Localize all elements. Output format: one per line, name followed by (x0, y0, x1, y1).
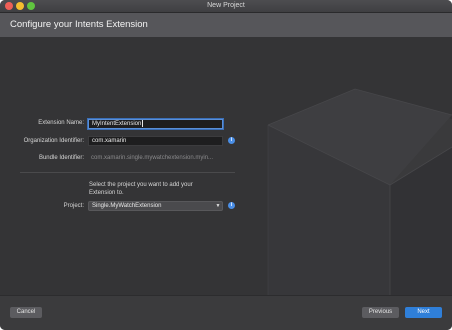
footer-bar: Cancel Previous Next (0, 295, 452, 330)
window-title: New Project (207, 2, 245, 9)
page-title: Configure your Intents Extension (10, 19, 148, 30)
info-icon[interactable]: i (228, 137, 235, 144)
content-area: Extension Name: MyIntentExtension Organi… (0, 37, 452, 295)
title-bar: New Project (0, 0, 452, 13)
project-prompt: Select the project you want to add your … (89, 182, 193, 196)
header-bar: Configure your Intents Extension (0, 13, 452, 37)
project-label: Project: (63, 203, 84, 209)
organization-identifier-input[interactable]: com.xamarin (88, 136, 223, 146)
extension-name-value: MyIntentExtension (92, 121, 142, 128)
text-caret (142, 120, 144, 127)
organization-identifier-label: Organization Identifier: (23, 138, 84, 144)
cancel-button[interactable]: Cancel (10, 307, 42, 318)
project-select[interactable]: Single.MyWatchExtension ▼ (88, 201, 223, 211)
bundle-identifier-label: Bundle Identifier: (38, 155, 84, 161)
project-select-value: Single.MyWatchExtension (92, 203, 162, 209)
cube-illustration (267, 88, 452, 295)
info-icon[interactable]: i (228, 202, 235, 209)
new-project-window: New Project Configure your Intents Exten… (0, 0, 452, 330)
next-button[interactable]: Next (405, 307, 442, 318)
extension-name-input[interactable]: MyIntentExtension (88, 119, 223, 129)
extension-name-label: Extension Name: (38, 120, 84, 126)
previous-button[interactable]: Previous (362, 307, 399, 318)
bundle-identifier-value: com.xamarin.single.mywatchextension.myin… (91, 155, 214, 161)
form-divider (20, 172, 235, 173)
chevron-down-icon: ▼ (215, 203, 221, 209)
